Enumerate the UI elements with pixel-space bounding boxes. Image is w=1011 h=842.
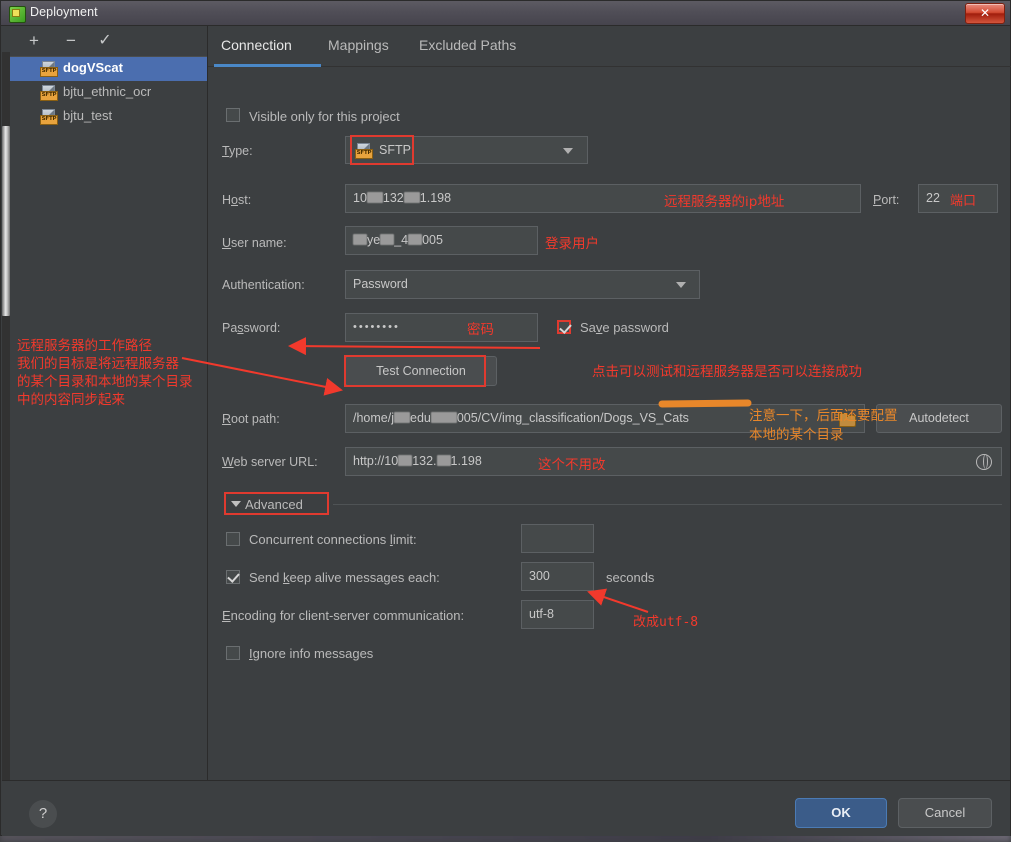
active-tab-indicator <box>214 64 321 67</box>
test-connection-annotation: 点击可以测试和远程服务器是否可以连接成功 <box>592 364 862 380</box>
tab-excluded-paths[interactable]: Excluded Paths <box>419 37 516 53</box>
test-connection-button[interactable]: Test Connection <box>345 356 497 386</box>
port-annotation: 端口 <box>950 194 977 209</box>
sidebar-item-bjtu-ethnic-ocr[interactable]: SFTP bjtu_ethnic_ocr <box>10 81 207 105</box>
type-label: Type: <box>222 144 253 158</box>
sidebar-item-label: dogVScat <box>63 60 123 75</box>
keepalive-value: 300 <box>529 569 550 583</box>
concurrent-connections-input[interactable] <box>521 524 594 553</box>
advanced-divider <box>333 504 1002 505</box>
advanced-section-label: Advanced <box>245 497 303 512</box>
keepalive-input[interactable]: 300 <box>521 562 594 591</box>
root-path-pre: /home/j <box>353 411 394 425</box>
username-label: User name: <box>222 236 287 250</box>
orange-annotation-line2: 本地的某个目录 <box>749 427 844 443</box>
authentication-combobox[interactable]: Password <box>345 270 700 299</box>
username-part2: _4 <box>394 233 409 247</box>
dialog-body: + − ✓ SFTP dogVScat SFTP bjtu_ethnic_ocr… <box>0 26 1011 836</box>
ignore-info-checkbox[interactable] <box>226 646 240 660</box>
web-url-input[interactable]: http://10 132. 1.198 <box>345 447 1002 476</box>
save-password-label: Save password <box>580 320 669 335</box>
visible-only-label: Visible only for this project <box>249 109 400 124</box>
encoding-annotation: 改成utf-8 <box>633 615 699 630</box>
keepalive-label: Send keep alive messages each: <box>249 570 440 585</box>
sidebar-item-label: bjtu_test <box>63 108 113 123</box>
host-value-mid: 132 <box>382 191 404 205</box>
authentication-label: Authentication: <box>222 278 305 292</box>
scrollbar-thumb[interactable] <box>2 126 10 316</box>
sftp-server-icon: SFTP <box>40 109 58 125</box>
deployment-icon <box>9 6 26 23</box>
password-input[interactable]: •••••••• <box>345 313 538 342</box>
sftp-type-icon: SFTP <box>355 143 373 159</box>
username-annotation: 登录用户 <box>545 236 599 252</box>
visible-only-checkbox[interactable] <box>226 108 240 122</box>
password-annotation: 密码 <box>467 322 494 338</box>
remove-server-button[interactable]: − <box>60 31 82 51</box>
concurrent-connections-label: Concurrent connections limit: <box>249 532 417 547</box>
encoding-value: utf-8 <box>529 607 555 621</box>
ignore-info-label: Ignore info messages <box>249 646 374 661</box>
window-title: Deployment <box>30 5 98 19</box>
chevron-down-icon <box>676 282 686 288</box>
close-icon[interactable]: ✕ <box>965 3 1005 24</box>
title-bar: Deployment ✕ <box>0 0 1011 26</box>
add-server-button[interactable]: + <box>23 31 45 51</box>
tab-mappings[interactable]: Mappings <box>328 37 389 53</box>
sidebar-toolbar: + − ✓ <box>10 26 207 57</box>
username-part1: ye <box>367 233 381 247</box>
connection-pane: Connection Mappings Excluded Paths Visib… <box>208 26 1011 780</box>
tab-connection[interactable]: Connection <box>221 37 292 53</box>
host-value-pre: 10 <box>353 191 367 205</box>
sidebar-item-bjtu-test[interactable]: SFTP bjtu_test <box>10 105 207 129</box>
username-part3: 005 <box>422 233 443 247</box>
help-button[interactable]: ? <box>29 800 57 828</box>
web-url-pre: http://10 <box>353 454 399 468</box>
host-label: Host: <box>222 193 252 207</box>
type-combobox[interactable]: SFTP SFTP <box>345 136 588 164</box>
save-password-checkbox[interactable] <box>557 320 571 334</box>
dialog-footer: ? OK Cancel <box>2 780 1010 836</box>
encoding-input[interactable]: utf-8 <box>521 600 594 629</box>
open-in-browser-icon[interactable] <box>976 454 992 470</box>
sidebar-item-label: bjtu_ethnic_ocr <box>63 84 152 99</box>
keepalive-checkbox[interactable] <box>226 570 240 584</box>
orange-annotation-line1: 注意一下，后面还要配置 <box>749 408 898 424</box>
port-label: Port: <box>873 193 900 207</box>
sftp-server-icon: SFTP <box>40 85 58 101</box>
encoding-label: Encoding for client-server communication… <box>222 608 465 623</box>
root-path-post: 005/CV/img_classification/Dogs_VS_Cats <box>456 411 689 425</box>
root-path-label: Root path: <box>222 412 280 426</box>
root-path-annotation-line2: 我们的目标是将远程服务器 <box>17 356 179 372</box>
cancel-button[interactable]: Cancel <box>898 798 992 828</box>
web-url-mid: 132. <box>412 454 437 468</box>
root-path-annotation-line1: 远程服务器的工作路径 <box>17 338 152 354</box>
collapse-advanced-icon[interactable] <box>231 501 241 507</box>
root-path-annotation-line3: 的某个目录和本地的某个目录 <box>17 374 193 390</box>
host-annotation: 远程服务器的ip地址 <box>664 194 785 210</box>
host-value-post: 1.198 <box>419 191 452 205</box>
root-path-annotation-line4: 中的内容同步起来 <box>17 392 125 408</box>
tab-bar: Connection Mappings Excluded Paths <box>208 26 1011 67</box>
chevron-down-icon <box>563 148 573 154</box>
sftp-server-icon: SFTP <box>40 61 58 77</box>
ok-button[interactable]: OK <box>795 798 887 828</box>
port-value: 22 <box>926 191 940 205</box>
type-value: SFTP <box>379 143 411 157</box>
concurrent-connections-checkbox[interactable] <box>226 532 240 546</box>
deployment-dialog: Deployment ✕ + − ✓ SFTP dogVScat SFTP bj… <box>0 0 1011 836</box>
root-path-mid: edu <box>410 411 431 425</box>
keepalive-unit-label: seconds <box>606 570 655 585</box>
web-url-post: 1.198 <box>450 454 482 468</box>
web-url-annotation: 这个不用改 <box>538 457 606 473</box>
set-default-server-button[interactable]: ✓ <box>94 31 116 51</box>
username-input[interactable]: ye _4 005 <box>345 226 538 255</box>
password-label: Password: <box>222 321 281 335</box>
sidebar-item-dogvscat[interactable]: SFTP dogVScat <box>10 57 207 81</box>
password-value: •••••••• <box>353 321 400 333</box>
web-url-label: Web server URL: <box>222 455 318 469</box>
authentication-value: Password <box>353 277 408 291</box>
